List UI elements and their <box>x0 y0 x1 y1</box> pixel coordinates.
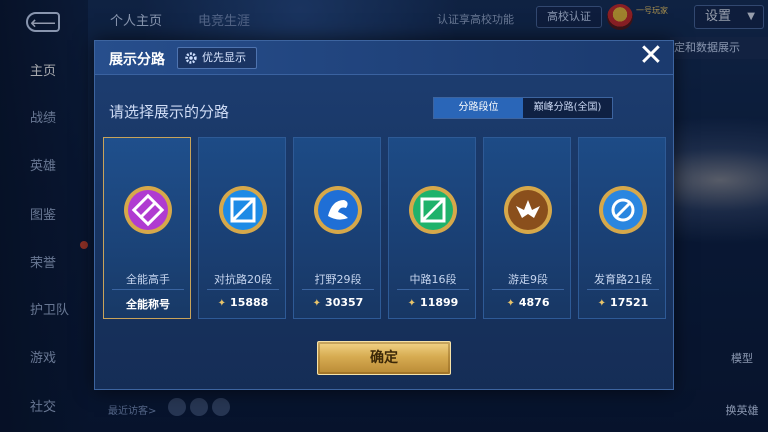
lane-card-name: 对抗路20段 <box>214 273 272 286</box>
lane-card-score: 全能称号 <box>126 298 170 311</box>
priority-display-button[interactable]: 优先显示 <box>177 47 257 69</box>
lane-display-dialog: 展示分路 优先显示 请选择展示的分路 分路段位 巅峰分路(全国) 全能高手 全能… <box>94 40 674 390</box>
divider <box>587 289 659 290</box>
lane-card-farm[interactable]: 发育路21段 ✦ 17521 <box>578 137 666 319</box>
score-value: 17521 <box>610 296 649 309</box>
lane-card-score: ✦ 11899 <box>389 296 477 309</box>
farm-lane-emblem-icon <box>599 186 647 234</box>
lane-card-name: 游走9段 <box>508 273 548 286</box>
lane-card-mid[interactable]: 中路16段 ✦ 11899 <box>388 137 476 319</box>
tab-lane-rank[interactable]: 分路段位 <box>434 98 523 118</box>
divider <box>207 289 279 290</box>
priority-display-label: 优先显示 <box>202 51 246 64</box>
score-value: 30357 <box>325 296 364 309</box>
lane-cards: 全能高手 全能称号 对抗路20段 ✦ 15888 打野29段 ✦ 30357 中… <box>103 137 669 321</box>
roam-emblem-icon <box>504 186 552 234</box>
lane-mode-segment: 分路段位 巅峰分路(全国) <box>433 97 613 119</box>
jungle-emblem-icon <box>314 186 362 234</box>
divider <box>302 289 374 290</box>
lane-card-name: 打野29段 <box>314 273 362 286</box>
divider <box>397 289 469 290</box>
score-star-icon: ✦ <box>506 298 515 309</box>
lane-card-score: ✦ 30357 <box>294 296 382 309</box>
lane-card-jungle[interactable]: 打野29段 ✦ 30357 <box>293 137 381 319</box>
score-star-icon: ✦ <box>312 298 322 309</box>
score-value: 11899 <box>420 296 459 309</box>
lane-card-score: ✦ 17521 <box>579 296 667 309</box>
score-star-icon: ✦ <box>217 298 227 309</box>
clash-lane-emblem-icon <box>219 186 267 234</box>
dialog-header: 展示分路 优先显示 <box>95 41 673 75</box>
gear-icon <box>185 52 197 64</box>
score-value: 15888 <box>230 296 269 309</box>
lane-card-roam[interactable]: 游走9段 ✦ 4876 <box>483 137 571 319</box>
score-value: 4876 <box>518 296 550 309</box>
divider <box>112 289 184 290</box>
tab-peak-lane[interactable]: 巅峰分路(全国) <box>523 98 612 118</box>
lane-card-score: ✦ 4876 <box>484 296 572 309</box>
lane-card-all-round[interactable]: 全能高手 全能称号 <box>103 137 191 319</box>
confirm-button[interactable]: 确定 <box>317 341 451 375</box>
close-icon[interactable]: ✕ <box>634 40 668 74</box>
score-star-icon: ✦ <box>597 298 607 309</box>
all-round-emblem-icon <box>124 186 172 234</box>
lane-card-name: 发育路21段 <box>594 273 652 286</box>
divider <box>492 289 564 290</box>
lane-card-name: 中路16段 <box>409 273 457 286</box>
lane-card-score: ✦ 15888 <box>199 296 287 309</box>
dialog-title: 展示分路 <box>109 52 165 68</box>
lane-card-name: 全能高手 <box>126 273 170 286</box>
mid-lane-emblem-icon <box>409 186 457 234</box>
dialog-subtitle: 请选择展示的分路 <box>109 103 230 121</box>
lane-card-clash[interactable]: 对抗路20段 ✦ 15888 <box>198 137 286 319</box>
score-star-icon: ✦ <box>407 298 417 309</box>
